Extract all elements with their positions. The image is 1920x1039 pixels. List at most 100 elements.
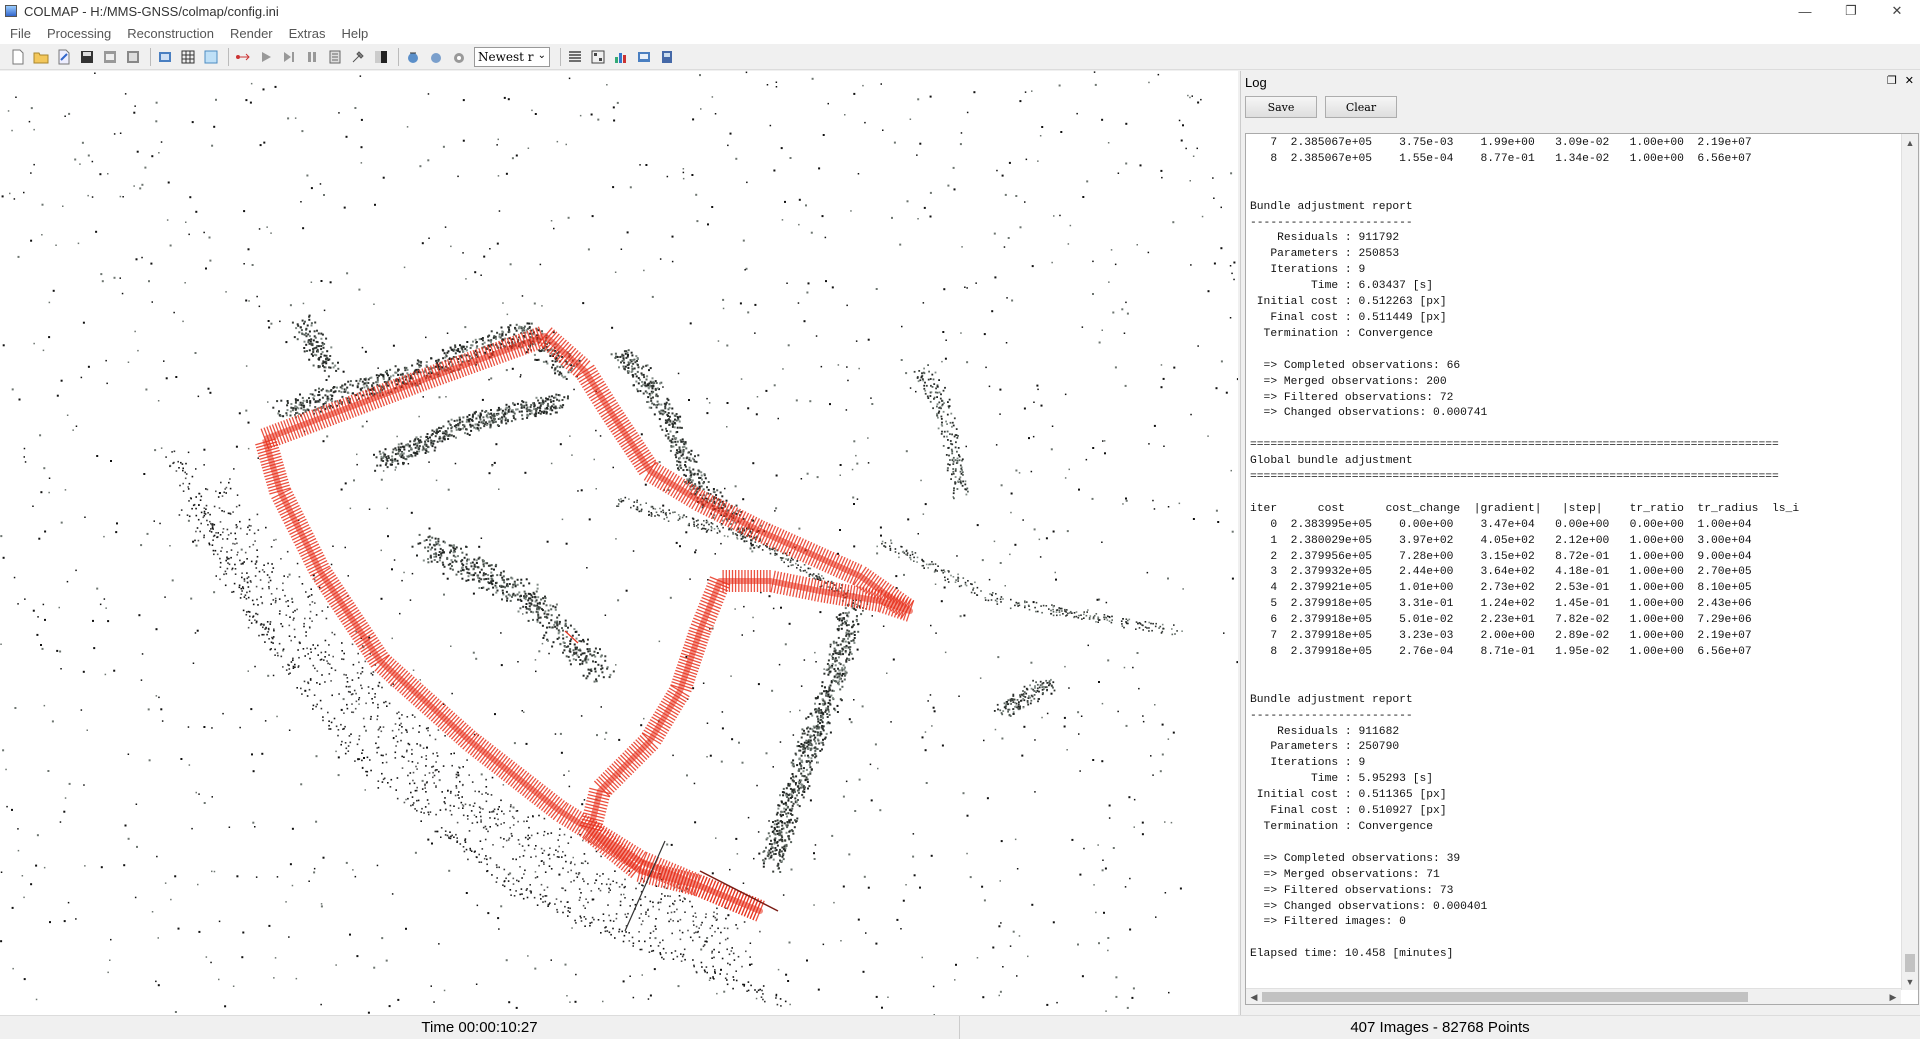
log-line: => Completed observations: 66 — [1250, 359, 1461, 372]
close-button[interactable]: ✕ — [1874, 0, 1920, 22]
window-title: COLMAP - H:/MMS-GNSS/colmap/config.ini — [24, 3, 279, 19]
chevron-down-icon: ⌄ — [537, 49, 546, 61]
new-project-icon[interactable] — [10, 49, 26, 65]
log-line: 5 2.379918e+05 3.31e-01 1.24e+02 1.45e-0… — [1250, 598, 1752, 611]
log-line: ========================================… — [1250, 439, 1779, 452]
feature-extraction-icon[interactable] — [157, 49, 173, 65]
log-output[interactable]: 7 2.385067e+05 3.75e-03 1.99e+00 3.09e-0… — [1245, 133, 1919, 1005]
status-summary: 407 Images - 82768 Points — [1350, 1019, 1530, 1036]
log-line: Parameters : 250790 — [1250, 741, 1400, 754]
log-line: 4 2.379921e+05 1.01e+00 2.73e+02 2.53e-0… — [1250, 582, 1752, 595]
status-bar: Time 00:00:10:27 407 Images - 82768 Poin… — [0, 1015, 1920, 1039]
export-model-icon[interactable] — [125, 49, 141, 65]
log-line: Termination : Convergence — [1250, 327, 1434, 340]
bundle-adjustment-icon[interactable] — [350, 49, 366, 65]
render-options-icon[interactable] — [405, 49, 421, 65]
edit-project-icon[interactable] — [56, 49, 72, 65]
log-line: Final cost : 0.510927 [px] — [1250, 805, 1447, 818]
log-line: ------------------------ — [1250, 216, 1413, 229]
open-project-icon[interactable] — [33, 49, 49, 65]
float-icon[interactable]: ❐ — [1887, 74, 1897, 87]
match-matrix-icon[interactable] — [590, 49, 606, 65]
log-line: 2 2.379956e+05 7.28e+00 3.15e+02 8.72e-0… — [1250, 550, 1752, 563]
restore-button[interactable]: ❐ — [1828, 0, 1874, 22]
menu-reconstruction[interactable]: Reconstruction — [119, 26, 222, 41]
log-line: Residuals : 911792 — [1250, 232, 1400, 245]
model-viewer[interactable] — [0, 71, 1238, 1015]
scroll-left-icon[interactable]: ◀ — [1246, 989, 1262, 1005]
log-line: 1 2.380029e+05 3.97e+02 4.05e+02 2.12e+0… — [1250, 534, 1752, 547]
scroll-thumb[interactable] — [1905, 954, 1915, 972]
log-line: => Changed observations: 0.000741 — [1250, 407, 1488, 420]
log-line: Residuals : 911682 — [1250, 725, 1400, 738]
toolbar-separator — [228, 47, 229, 66]
log-line: Elapsed time: 10.458 [minutes] — [1250, 948, 1454, 961]
log-clear-button[interactable]: Clear — [1325, 96, 1397, 118]
log-text: 7 2.385067e+05 3.75e-03 1.99e+00 3.09e-0… — [1246, 134, 1901, 990]
log-line: Termination : Convergence — [1250, 820, 1434, 833]
scroll-down-icon[interactable]: ▼ — [1902, 973, 1918, 990]
grab-movie-icon[interactable] — [659, 49, 675, 65]
log-line: => Completed observations: 39 — [1250, 852, 1461, 865]
minimize-button[interactable]: — — [1782, 0, 1828, 22]
colmap-app-icon — [5, 5, 17, 17]
dense-reconstruction-icon[interactable] — [373, 49, 389, 65]
toolbar-separator — [398, 47, 399, 66]
log-horizontal-scrollbar[interactable]: ◀ ▶ — [1246, 988, 1901, 1004]
scroll-thumb[interactable] — [1262, 992, 1748, 1002]
feature-matching-icon[interactable] — [180, 49, 196, 65]
log-line: Time : 6.03437 [s] — [1250, 280, 1434, 293]
menu-file[interactable]: File — [2, 26, 39, 41]
scroll-up-icon[interactable]: ▲ — [1902, 134, 1918, 151]
camera-trajectory — [255, 326, 915, 922]
status-time: Time 00:00:10:27 — [0, 1016, 960, 1039]
render-reset-icon[interactable] — [451, 49, 467, 65]
log-line: Final cost : 0.511449 [px] — [1250, 311, 1447, 324]
log-dock: Log ❐ ✕ Save Clear 7 2.385067e+05 3.75e-… — [1240, 71, 1920, 1015]
start-reconstruction-icon[interactable] — [235, 49, 251, 65]
log-line: => Merged observations: 71 — [1250, 868, 1440, 881]
menu-help[interactable]: Help — [333, 26, 376, 41]
menu-render[interactable]: Render — [222, 26, 281, 41]
log-line: Iterations : 9 — [1250, 264, 1366, 277]
close-icon[interactable]: ✕ — [1905, 74, 1914, 87]
log-chart-icon[interactable] — [613, 49, 629, 65]
step-reconstruction-icon[interactable] — [281, 49, 297, 65]
log-line: 7 2.379918e+05 3.23e-03 2.00e+00 2.89e-0… — [1250, 630, 1752, 643]
database-management-icon[interactable] — [203, 49, 219, 65]
reconstruction-select-value: Newest r — [478, 49, 534, 64]
render-screenshot-icon[interactable] — [636, 49, 652, 65]
menu-processing[interactable]: Processing — [39, 26, 119, 41]
title-bar: COLMAP - H:/MMS-GNSS/colmap/config.ini —… — [0, 0, 1920, 22]
render-toggle-icon[interactable] — [428, 49, 444, 65]
pause-reconstruction-icon[interactable] — [304, 49, 320, 65]
log-vertical-scrollbar[interactable]: ▲ ▼ — [1901, 134, 1918, 990]
menu-extras[interactable]: Extras — [281, 26, 334, 41]
reconstruction-options-icon[interactable] — [327, 49, 343, 65]
log-line: Bundle adjustment report — [1250, 200, 1413, 213]
log-line: => Filtered observations: 72 — [1250, 391, 1454, 404]
log-save-button[interactable]: Save — [1245, 96, 1317, 118]
resume-reconstruction-icon[interactable] — [258, 49, 274, 65]
log-line: 7 2.385067e+05 3.75e-03 1.99e+00 3.09e-0… — [1250, 137, 1752, 149]
point-cloud-render[interactable] — [0, 71, 1238, 1015]
log-line: Initial cost : 0.512263 [px] — [1250, 296, 1447, 309]
log-line: Global bundle adjustment — [1250, 455, 1413, 468]
import-model-icon[interactable] — [102, 49, 118, 65]
log-line: 6 2.379918e+05 5.01e-02 2.23e+01 7.82e-0… — [1250, 614, 1752, 627]
menu-bar: File Processing Reconstruction Render Ex… — [0, 22, 1920, 44]
reconstruction-stats-icon[interactable] — [567, 49, 583, 65]
log-line: 3 2.379932e+05 2.44e+00 3.64e+02 4.18e-0… — [1250, 566, 1752, 579]
log-line: => Merged observations: 200 — [1250, 375, 1447, 388]
log-line: Initial cost : 0.511365 [px] — [1250, 789, 1447, 802]
reconstruction-select[interactable]: Newest r ⌄ — [474, 46, 550, 67]
scroll-right-icon[interactable]: ▶ — [1885, 989, 1901, 1005]
save-project-icon[interactable] — [79, 49, 95, 65]
